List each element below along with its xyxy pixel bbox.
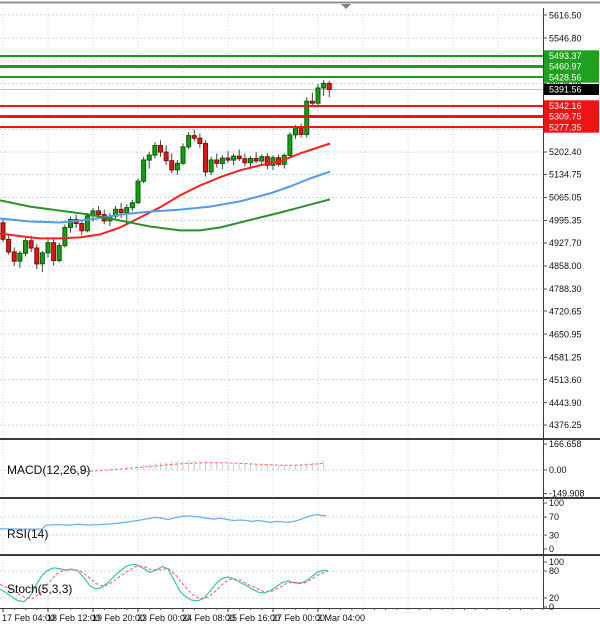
candle-bullish: [232, 156, 236, 160]
candle-bearish: [35, 248, 39, 264]
candle-bearish: [310, 101, 314, 103]
candle-bearish: [204, 144, 208, 172]
candle-bullish: [187, 136, 191, 147]
candle-bullish: [220, 158, 224, 163]
candle-bullish: [260, 157, 264, 161]
candle-bearish: [243, 159, 247, 163]
candle-bullish: [322, 83, 326, 88]
candle-bearish: [254, 158, 258, 161]
candle-bearish: [29, 241, 33, 248]
candle-bearish: [97, 211, 101, 215]
macd-indicator-label: MACD(12,26,9): [7, 463, 90, 477]
rsi-indicator-label: RSI(14): [7, 527, 48, 541]
candle-bearish: [119, 209, 123, 212]
candle-bearish: [327, 83, 331, 89]
candle-bullish: [288, 135, 292, 156]
candle-bullish: [85, 216, 89, 231]
candle-bullish: [24, 241, 28, 254]
pane-separator: [0, 497, 600, 499]
chart-shift-marker-icon: [341, 4, 351, 9]
candle-bearish: [237, 156, 241, 159]
candle-bearish: [52, 243, 56, 261]
candle-bullish: [125, 208, 129, 213]
stoch-indicator-label: Stoch(5,3,3): [7, 582, 72, 596]
candle-bullish: [181, 147, 185, 164]
candle-bullish: [209, 160, 213, 172]
candle-bearish: [80, 224, 84, 231]
candle-bearish: [226, 158, 230, 160]
candle-bearish: [198, 138, 202, 143]
macd-signal-line: [75, 463, 323, 472]
candle-bearish: [215, 160, 219, 163]
candle-bullish: [147, 155, 151, 160]
candle-bullish: [63, 228, 67, 246]
pane-separator: [0, 554, 600, 556]
time-axis[interactable]: [0, 608, 600, 628]
candle-bearish: [12, 252, 16, 261]
candle-bullish: [130, 203, 134, 208]
candle-bearish: [159, 146, 163, 153]
candle-bullish: [40, 253, 44, 264]
candle-bearish: [170, 161, 174, 170]
candle-bullish: [249, 158, 253, 162]
candle-bullish: [46, 243, 50, 253]
price-axis[interactable]: [544, 8, 600, 608]
candle-bullish: [136, 181, 140, 203]
trading-chart-window: 5616.505546.805409.455202.405134.755065.…: [0, 0, 600, 628]
candle-bullish: [294, 128, 298, 135]
candle-bullish: [153, 146, 157, 156]
candle-bearish: [1, 223, 5, 240]
chart-canvas[interactable]: 5616.505546.805409.455202.405134.755065.…: [0, 0, 600, 628]
candle-bearish: [7, 239, 11, 252]
candle-bearish: [299, 128, 303, 135]
candle-bearish: [192, 136, 196, 139]
candle-bearish: [164, 152, 168, 161]
candle-bullish: [316, 88, 320, 103]
candle-bullish: [175, 163, 179, 170]
candle-bullish: [142, 160, 146, 181]
candle-bullish: [57, 246, 61, 261]
candle-bullish: [18, 253, 22, 261]
pane-separator: [0, 438, 600, 440]
